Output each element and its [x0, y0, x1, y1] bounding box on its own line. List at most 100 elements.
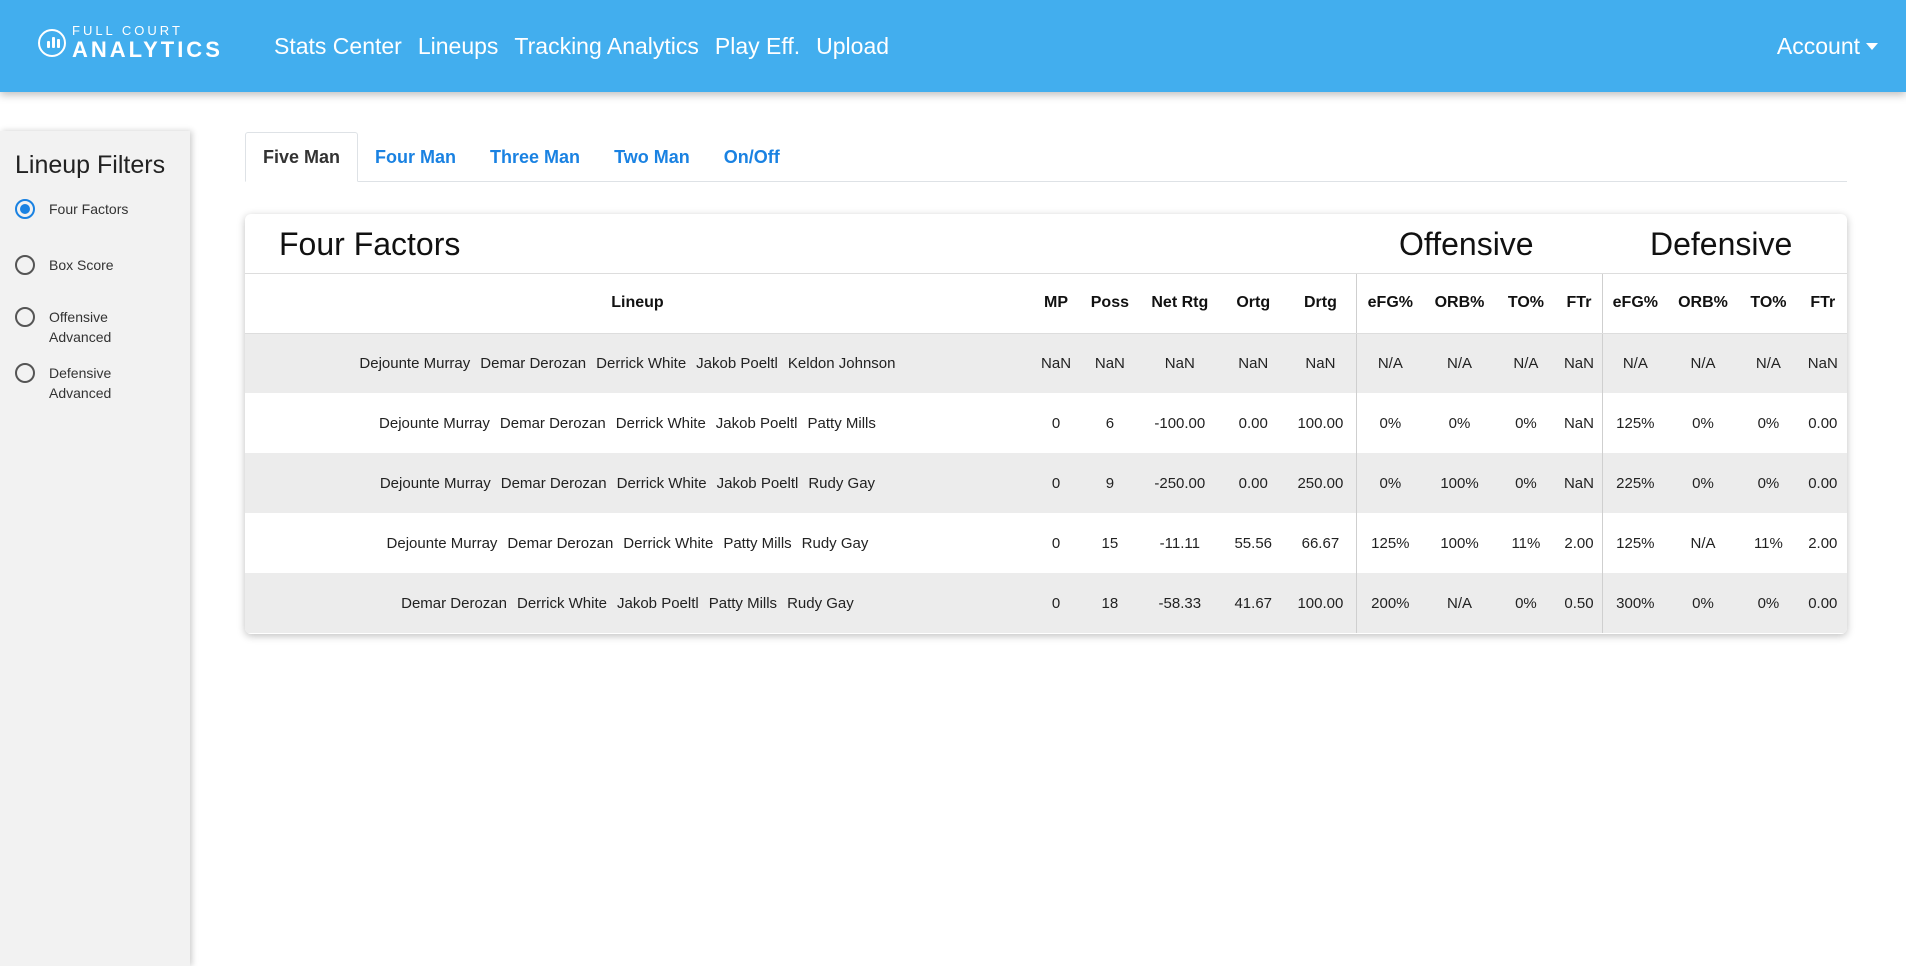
bar-chart-icon — [38, 28, 66, 57]
stat-cell: 0 — [1051, 414, 1061, 432]
lineup-size-tabs: Five Man Four Man Three Man Two Man On/O… — [245, 132, 1847, 182]
table-row[interactable]: Dejounte Murray Demar Derozan Derrick Whit… — [245, 393, 1847, 453]
column-header[interactable]: TO% — [1495, 274, 1557, 334]
stat-cell: 0% — [1667, 573, 1739, 633]
lineup-cell: Demar Derozan Derrick White Jakob Poeltl Pa… — [245, 573, 1030, 633]
stat-cell: 100% — [1440, 534, 1479, 552]
radio-icon[interactable] — [15, 363, 35, 383]
player-name: Derrick White — [596, 354, 687, 372]
brand-logo[interactable]: FULL COURT ANALYTICS — [38, 24, 223, 61]
stat-cell: 0% — [1738, 573, 1799, 633]
nav-play-eff[interactable]: Play Eff. — [715, 33, 800, 60]
filter-four-factors[interactable]: Four Factors — [15, 199, 159, 219]
filter-label: Four Factors — [49, 201, 129, 217]
offensive-group-title: Offensive — [1399, 226, 1534, 262]
stat-cell: 0% — [1356, 453, 1424, 513]
stat-cell: NaN — [1082, 333, 1138, 393]
radio-icon[interactable] — [15, 307, 35, 327]
stat-cell: 0% — [1495, 453, 1557, 513]
stat-cell: NaN — [1556, 333, 1603, 393]
column-header[interactable]: MP — [1029, 274, 1083, 334]
column-header[interactable]: Poss — [1082, 274, 1138, 334]
column-header[interactable]: ORB% — [1423, 274, 1496, 334]
player-name: Jakob Poeltl — [716, 474, 799, 492]
lineup-stats-table: Lineup MP Poss Net Rtg Ortg Drtg eFG% ORB% TO% FT… — [245, 274, 1847, 633]
filter-label: Defensive Advanced — [49, 365, 112, 401]
stat-cell: 0.00 — [1798, 453, 1847, 513]
stat-cell: 0% — [1757, 414, 1780, 432]
stat-cell: 100% — [1423, 453, 1496, 513]
sidebar-title: Lineup Filters — [15, 151, 166, 179]
column-header[interactable]: FTr — [1556, 274, 1603, 334]
player-name: Dejounte Murray — [359, 354, 471, 372]
column-header[interactable]: Lineup — [245, 274, 1030, 334]
stat-cell: NaN — [1798, 333, 1847, 393]
column-header[interactable]: ORB% — [1667, 274, 1739, 334]
player-name: Derrick White — [623, 534, 714, 552]
stat-cell: 0% — [1692, 414, 1714, 432]
stat-cell: 125% — [1356, 513, 1424, 573]
stat-cell: 0 — [1029, 573, 1083, 633]
stat-cell: NaN — [1029, 333, 1083, 393]
player-name: Demar Derozan — [480, 354, 587, 372]
tab-three-man[interactable]: Three Man — [473, 132, 597, 182]
stat-cell: N/A — [1601, 333, 1668, 393]
table-header-row: Lineup MP Poss Net Rtg Ortg Drtg eFG% ORB% TO% FT… — [245, 274, 1847, 334]
tab-four-man[interactable]: Four Man — [358, 132, 473, 182]
stat-cell: -58.33 — [1137, 573, 1223, 633]
table-row[interactable]: Dejounte Murray Demar Derozan Derrick Whit… — [245, 513, 1847, 573]
stat-cell: 100.00 — [1284, 573, 1357, 633]
column-header[interactable]: eFG% — [1601, 274, 1668, 334]
filter-label: Box Score — [49, 257, 114, 273]
stat-cell: N/A — [1667, 333, 1739, 393]
tab-on-off[interactable]: On/Off — [707, 132, 797, 182]
stat-cell: 0% — [1495, 573, 1557, 633]
table-row[interactable]: Dejounte Murray Demar Derozan Derrick Whit… — [245, 453, 1847, 513]
nav-tracking-analytics[interactable]: Tracking Analytics — [514, 33, 699, 60]
column-header[interactable]: FTr — [1798, 274, 1847, 334]
stat-cell: NaN — [1556, 453, 1603, 513]
filter-box-score[interactable]: Box Score — [15, 255, 159, 275]
table-row[interactable]: Dejounte Murray Demar Derozan Derrick Whit… — [245, 333, 1847, 393]
stat-cell: 55.56 — [1234, 534, 1273, 552]
nav-upload[interactable]: Upload — [816, 33, 889, 60]
stat-cell: 0.00 — [1222, 453, 1285, 513]
radio-icon[interactable] — [15, 255, 35, 275]
stat-cell: 0% — [1738, 453, 1799, 513]
player-name: Keldon Johnson — [787, 354, 896, 372]
stat-cell: 2.00 — [1564, 534, 1594, 552]
column-header[interactable]: eFG% — [1356, 274, 1424, 334]
stat-cell: 0% — [1667, 453, 1739, 513]
stat-cell: 15 — [1101, 534, 1119, 552]
stat-cell: 0.00 — [1238, 414, 1268, 432]
column-header[interactable]: Net Rtg — [1137, 274, 1223, 334]
nav-stats-center[interactable]: Stats Center — [274, 33, 402, 60]
stat-cell: 11% — [1511, 534, 1541, 552]
column-header[interactable]: Drtg — [1284, 274, 1357, 334]
column-header[interactable]: Ortg — [1222, 274, 1285, 334]
player-name: Derrick White — [616, 474, 707, 492]
stat-cell: 0% — [1448, 414, 1471, 432]
stat-cell: 0% — [1515, 414, 1537, 432]
column-header[interactable]: TO% — [1738, 274, 1799, 334]
stat-cell: 18 — [1082, 573, 1138, 633]
main-nav: Stats Center Lineups Tracking Analytics … — [274, 33, 889, 60]
player-name: Patty Mills — [723, 534, 792, 552]
filter-offensive-advanced[interactable]: Offensive Advanced — [15, 307, 159, 347]
filter-defensive-advanced[interactable]: Defensive Advanced — [15, 363, 159, 403]
stat-cell: 250.00 — [1284, 453, 1357, 513]
stat-cell: N/A — [1690, 534, 1716, 552]
nav-lineups[interactable]: Lineups — [418, 33, 499, 60]
tab-five-man[interactable]: Five Man — [245, 132, 359, 182]
table-row[interactable]: Demar Derozan Derrick White Jakob Poeltl Pa… — [245, 573, 1847, 633]
stat-cell: 100.00 — [1297, 414, 1344, 432]
stat-cell: 125% — [1601, 393, 1668, 453]
account-dropdown[interactable]: Account — [1777, 33, 1878, 60]
player-name: Rudy Gay — [801, 534, 869, 552]
player-name: Jakob Poeltl — [617, 594, 699, 612]
stat-cell: N/A — [1495, 333, 1557, 393]
tab-two-man[interactable]: Two Man — [597, 132, 707, 182]
stat-cell: 9 — [1082, 453, 1138, 513]
stat-cell: 0.00 — [1808, 414, 1838, 432]
radio-checked-icon[interactable] — [15, 199, 35, 219]
